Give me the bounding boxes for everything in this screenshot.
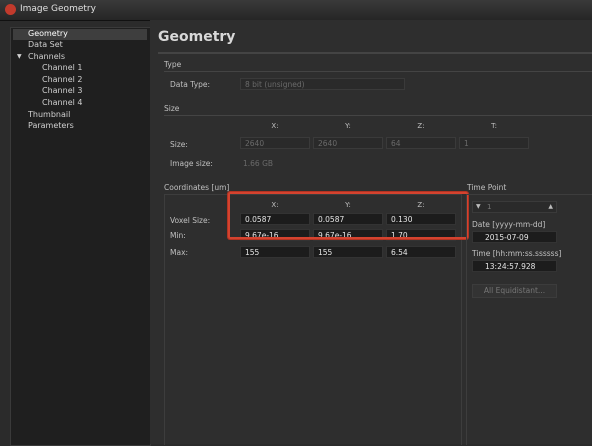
expand-arrow-icon[interactable]: ▼	[17, 53, 22, 60]
size-header-t: T:	[491, 122, 497, 130]
time-index-selector[interactable]: ▼ 1 ▲	[472, 201, 557, 213]
size-divider	[164, 115, 592, 116]
title-divider	[158, 52, 592, 54]
image-size-label: Image size:	[170, 159, 213, 168]
size-header-z: Z:	[417, 122, 425, 130]
time-label: Time [hh:mm:ss.ssssss]	[472, 249, 562, 258]
size-y-field: 2640	[313, 137, 383, 149]
size-label: Size:	[170, 140, 188, 149]
size-x-field: 2640	[240, 137, 310, 149]
chevron-up-icon[interactable]: ▲	[548, 203, 553, 210]
sidebar-item-channel-4[interactable]: Channel 4	[42, 98, 82, 107]
coordinates-section-title: Coordinates [um]	[164, 183, 230, 192]
size-t-field: 1	[459, 137, 529, 149]
sidebar-item-channel-1[interactable]: Channel 1	[42, 63, 82, 72]
size-section-title: Size	[164, 104, 180, 113]
voxel-size-label: Voxel Size:	[170, 216, 211, 225]
max-x-input[interactable]: 155	[240, 246, 310, 258]
time-index-value: 1	[487, 203, 492, 211]
size-z-field: 64	[386, 137, 456, 149]
sidebar-item-channels[interactable]: Channels	[28, 52, 65, 61]
data-type-field: 8 bit (unsigned)	[240, 78, 405, 90]
min-label: Min:	[170, 231, 186, 240]
time-input[interactable]: 13:24:57.928	[472, 260, 557, 272]
sidebar-item-parameters[interactable]: Parameters	[28, 121, 74, 130]
max-y-input[interactable]: 155	[313, 246, 383, 258]
highlight-annotation	[228, 192, 468, 239]
type-section-title: Type	[164, 60, 182, 69]
data-type-label: Data Type:	[170, 80, 211, 89]
size-header-x: X:	[271, 122, 279, 130]
image-size-value: 1.66 GB	[243, 159, 274, 168]
page-title: Geometry	[158, 29, 236, 45]
sidebar-item-channel-2[interactable]: Channel 2	[42, 75, 82, 84]
sidebar-item-data-set[interactable]: Data Set	[28, 40, 63, 49]
type-divider	[164, 71, 592, 72]
max-label: Max:	[170, 248, 189, 257]
chevron-down-icon[interactable]: ▼	[476, 203, 481, 210]
sidebar-item-thumbnail[interactable]: Thumbnail	[28, 110, 70, 119]
date-label: Date [yyyy-mm-dd]	[472, 220, 546, 229]
all-equidistant-button[interactable]: All Equidistant...	[472, 284, 557, 298]
size-header-y: Y:	[345, 122, 351, 130]
time-point-section-title: Time Point	[467, 183, 507, 192]
title-bar: Image Geometry	[0, 0, 592, 21]
sidebar-item-geometry[interactable]: Geometry	[13, 29, 147, 40]
window-title: Image Geometry	[20, 4, 96, 14]
sidebar-item-channel-3[interactable]: Channel 3	[42, 86, 82, 95]
date-input[interactable]: 2015-07-09	[472, 231, 557, 243]
max-z-input[interactable]: 6.54	[386, 246, 456, 258]
app-logo-icon	[5, 4, 16, 15]
